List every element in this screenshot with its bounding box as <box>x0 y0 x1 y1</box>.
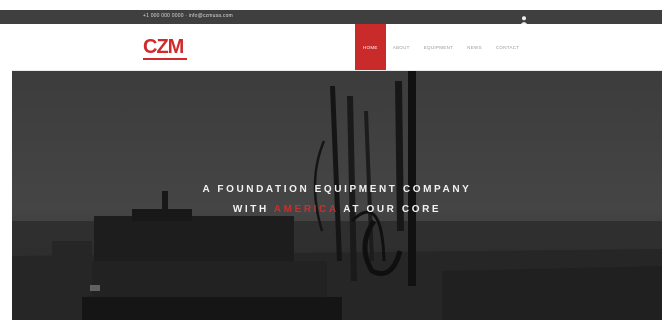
nav-item-contact[interactable]: Contact <box>489 24 527 70</box>
hero-background-image <box>12 71 662 320</box>
nav-item-home[interactable]: Home <box>355 24 386 70</box>
nav-item-equipment[interactable]: Equipment <box>417 24 460 70</box>
site-header: CZM Home About Equipment News Contact <box>12 24 662 71</box>
nav-item-news[interactable]: News <box>460 24 489 70</box>
logo-underline <box>143 58 187 60</box>
hero-accent-word: AMERICA <box>273 204 339 215</box>
hero-headline-line1: A FOUNDATION EQUIPMENT COMPANY <box>202 184 472 195</box>
main-nav: Home About Equipment News Contact <box>355 24 526 70</box>
top-bar: +1 000 000 0000 · info@czmusa.com <box>0 10 662 25</box>
hero-line2-suffix: AT OUR CORE <box>338 204 442 215</box>
hero-line2-prefix: WITH <box>232 204 274 215</box>
hero-headline-line2: WITH AMERICA AT OUR CORE <box>12 204 662 215</box>
logo-text: CZM <box>143 36 184 58</box>
user-icon[interactable] <box>519 12 529 25</box>
hero-banner: A FOUNDATION EQUIPMENT COMPANY WITH AMER… <box>12 71 662 320</box>
nav-item-about[interactable]: About <box>386 24 417 70</box>
company-logo[interactable]: CZM <box>143 37 187 60</box>
contact-info[interactable]: +1 000 000 0000 · info@czmusa.com <box>143 13 233 19</box>
